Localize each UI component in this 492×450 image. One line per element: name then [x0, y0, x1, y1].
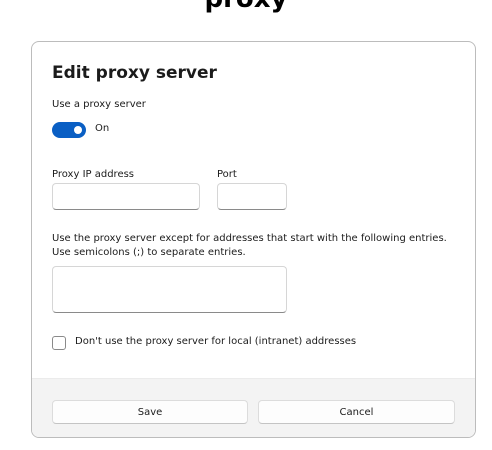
- use-proxy-toggle[interactable]: [52, 122, 86, 138]
- proxy-ip-input[interactable]: [52, 183, 200, 210]
- dialog-footer: Save Cancel: [32, 378, 475, 437]
- toggle-state-label: On: [95, 123, 110, 134]
- page-heading: proxy: [0, 0, 492, 14]
- edit-proxy-dialog: Edit proxy server Use a proxy server On …: [31, 41, 476, 438]
- exceptions-description-line-2: Use semicolons (;) to separate entries.: [52, 247, 246, 258]
- cancel-button[interactable]: Cancel: [258, 400, 455, 424]
- dialog-title: Edit proxy server: [52, 63, 217, 83]
- port-input[interactable]: [217, 183, 287, 210]
- use-proxy-label: Use a proxy server: [52, 99, 146, 110]
- save-button[interactable]: Save: [52, 400, 248, 424]
- local-bypass-label: Don't use the proxy server for local (in…: [75, 336, 357, 347]
- exceptions-description-line-1: Use the proxy server except for addresse…: [52, 233, 447, 244]
- port-label: Port: [217, 169, 237, 180]
- toggle-knob: [74, 126, 82, 134]
- local-bypass-checkbox[interactable]: [52, 336, 66, 350]
- proxy-ip-label: Proxy IP address: [52, 169, 135, 180]
- exceptions-input[interactable]: [52, 266, 287, 313]
